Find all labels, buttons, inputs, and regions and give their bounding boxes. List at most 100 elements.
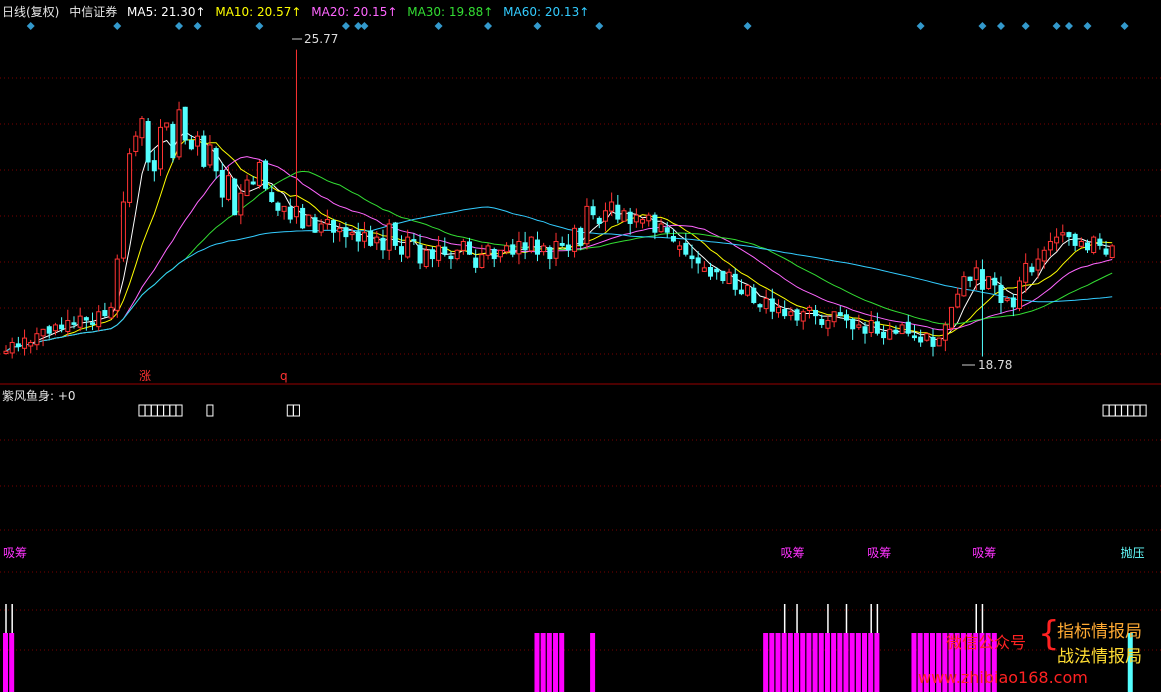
candle-body xyxy=(516,241,522,255)
candle-body xyxy=(534,239,540,255)
ma-line xyxy=(5,139,1113,352)
candle-body xyxy=(491,248,497,260)
signal-diamond xyxy=(916,22,925,30)
low-price-label: 18.78 xyxy=(978,358,1012,372)
candle-body xyxy=(819,318,825,325)
candle-body xyxy=(417,244,423,264)
candle-body xyxy=(596,217,602,224)
indicator-bar xyxy=(868,633,874,692)
candle-body xyxy=(380,237,386,251)
signal-diamond xyxy=(1120,22,1129,30)
candle-body xyxy=(467,241,472,255)
indicator-bar xyxy=(911,633,917,692)
candle-body xyxy=(961,276,967,297)
q-label: q xyxy=(280,369,288,383)
candle-body xyxy=(701,267,707,272)
candle-body xyxy=(640,219,646,224)
candle-body xyxy=(460,241,466,251)
indicator-box xyxy=(1114,404,1122,417)
candle-body xyxy=(497,249,503,258)
indicator-signals: 吸筹 吸筹 吸筹 吸筹 抛压 xyxy=(3,545,1145,560)
candle-body xyxy=(436,245,442,261)
candle-body xyxy=(287,206,293,220)
indicator-box xyxy=(1102,404,1110,417)
candle-body xyxy=(942,324,948,341)
candle-body xyxy=(800,311,806,322)
indicator-box xyxy=(1108,404,1116,417)
candle-body xyxy=(776,306,781,314)
indicator-box xyxy=(169,404,177,417)
candle-body xyxy=(127,153,133,203)
signal-label: 吸筹 xyxy=(3,546,27,560)
candle-body xyxy=(448,255,454,260)
candle-body xyxy=(22,337,28,349)
indicator-box xyxy=(292,404,300,417)
candle-body xyxy=(621,210,627,222)
candle-body xyxy=(158,126,163,170)
candlesticks[interactable] xyxy=(3,49,1115,359)
candle-body xyxy=(213,148,219,172)
candle-body xyxy=(757,304,763,308)
candle-body xyxy=(219,169,225,198)
indicator-bar xyxy=(855,633,861,692)
candle-body xyxy=(188,139,194,150)
candle-body xyxy=(256,161,262,186)
indicator-box xyxy=(206,404,214,417)
candle-body xyxy=(331,220,337,233)
candle-body xyxy=(306,214,312,227)
candle-body xyxy=(473,257,479,268)
indicator-boxes xyxy=(138,404,1147,417)
candle-body xyxy=(399,246,405,255)
candle-body xyxy=(170,123,176,159)
period-label[interactable]: 日线(复权) xyxy=(2,5,59,19)
candle-body xyxy=(899,324,905,335)
candle-body xyxy=(324,219,330,225)
indicator-bar xyxy=(3,633,8,692)
candle-body xyxy=(708,266,714,277)
signal-diamond xyxy=(743,22,752,30)
signal-diamond xyxy=(193,22,202,30)
signal-diamond xyxy=(1021,22,1030,30)
signal-diamond xyxy=(484,22,493,30)
candle-body xyxy=(145,121,151,163)
signal-diamond xyxy=(595,22,604,30)
candle-body xyxy=(423,249,429,268)
candle-body xyxy=(763,298,769,310)
candle-body xyxy=(769,298,775,312)
candle-body xyxy=(918,336,924,343)
ma-line xyxy=(5,170,1113,352)
indicator-box xyxy=(163,404,171,417)
candle-body xyxy=(28,341,34,347)
candle-body xyxy=(670,236,676,242)
candle-body xyxy=(1017,280,1023,309)
signal-diamonds xyxy=(26,22,1129,30)
signal-diamond xyxy=(341,22,350,30)
candle-body xyxy=(930,336,936,347)
candle-body xyxy=(349,232,355,236)
candle-body xyxy=(1085,242,1090,251)
candle-body xyxy=(565,244,571,251)
indicator-title: 紫风鱼身: +0 xyxy=(2,389,76,403)
candle-body xyxy=(1010,297,1016,308)
candle-body xyxy=(485,245,491,256)
candle-body xyxy=(862,326,868,334)
candle-body xyxy=(1091,236,1097,253)
indicator-box xyxy=(1133,404,1141,417)
candle-body xyxy=(924,333,930,341)
candle-body xyxy=(522,242,528,251)
candle-body xyxy=(164,122,170,128)
indicator-box xyxy=(1127,404,1135,417)
candle-body xyxy=(207,144,213,166)
candle-body xyxy=(1072,233,1078,246)
candle-body xyxy=(794,309,800,321)
ma10-value: MA10: 20.57↑ xyxy=(215,5,302,19)
candle-body xyxy=(881,331,887,339)
candle-body xyxy=(1041,249,1047,262)
indicator-bar xyxy=(831,633,837,692)
kline-chart[interactable]: 25.77 18.78 涨 q 吸筹 吸筹 吸筹 吸筹 抛压 xyxy=(0,0,1161,692)
candle-body xyxy=(559,242,565,246)
candle-body xyxy=(250,181,256,185)
indicator-box xyxy=(138,404,146,417)
candle-body xyxy=(955,293,961,308)
watermark-site: www.zhibiao168.com xyxy=(918,668,1088,687)
